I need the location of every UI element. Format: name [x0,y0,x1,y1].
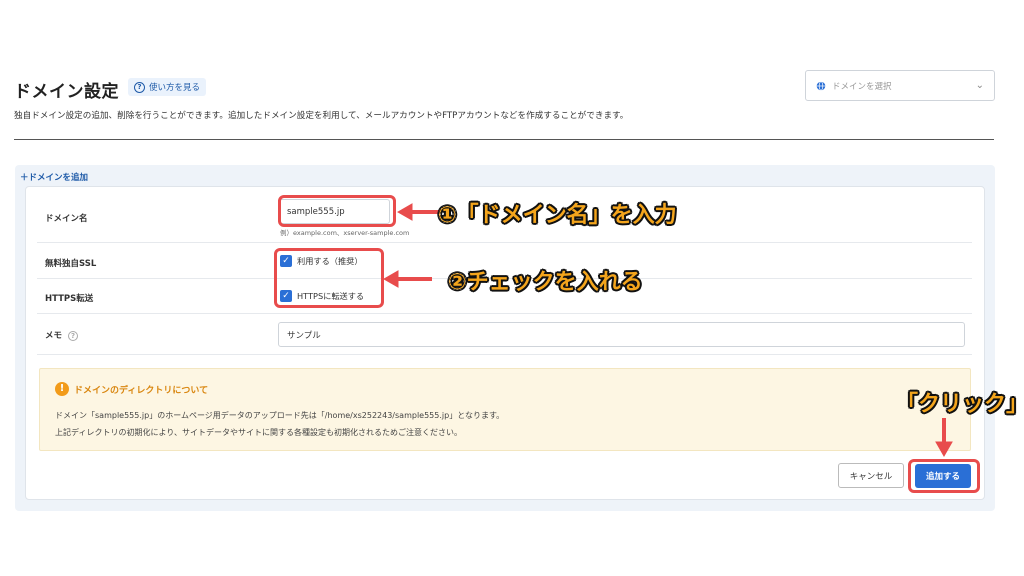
arrow-down-icon [935,418,953,458]
arrow-left-icon [396,203,440,221]
annotation-step3: 「クリック」 [896,392,1024,417]
annotation-step1: ①「ドメイン名」を入力 [438,203,677,228]
arrow-left-icon [382,270,432,288]
annotation-step2: ②チェックを入れる [448,270,643,295]
